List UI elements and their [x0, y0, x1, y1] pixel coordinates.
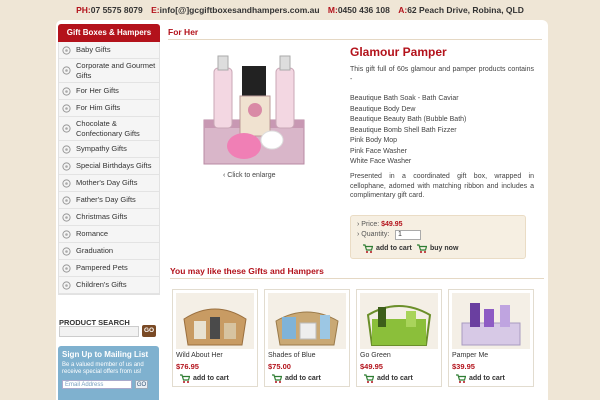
- purchase-box: › Price: $49.95 › Quantity: 1 add to car…: [350, 215, 526, 259]
- related-product-name[interactable]: Pamper Me: [452, 352, 488, 359]
- related-products-title: You may like these Gifts and Hampers: [170, 266, 324, 276]
- related-product-card[interactable]: Wild About Her $76.95 add to cart: [172, 289, 258, 387]
- breadcrumb: For Her: [168, 27, 199, 37]
- product-intro: This gift full of 60s glamour and pamper…: [350, 66, 534, 83]
- related-product-name[interactable]: Go Green: [360, 352, 391, 359]
- add-to-cart-button[interactable]: add to cart: [364, 374, 413, 383]
- product-image[interactable]: [202, 48, 308, 166]
- add-to-cart-button[interactable]: add to cart: [456, 374, 505, 383]
- list-item: Beautique Beauty Bath (Bubble Bath): [350, 116, 467, 123]
- sidebar-item-baby-gifts[interactable]: Baby Gifts: [59, 42, 159, 59]
- product-search-input[interactable]: [59, 326, 139, 337]
- page-container: Gift Boxes & Hampers Baby Gifts Corporat…: [56, 20, 548, 400]
- sidebar-item-sympathy[interactable]: Sympathy Gifts: [59, 141, 159, 158]
- mobile-info: M:0450 436 108: [327, 5, 390, 15]
- sidebar-item-romance[interactable]: Romance: [59, 226, 159, 243]
- flower-icon: [62, 144, 71, 154]
- product-thumbnail[interactable]: [360, 293, 438, 349]
- flower-icon: [62, 212, 71, 222]
- sidebar-item-corporate-gifts[interactable]: Corporate and Gourmet Gifts: [59, 59, 159, 83]
- divider: [170, 278, 544, 279]
- product-search-go-button[interactable]: GO: [142, 325, 156, 337]
- list-item: Beautique Body Dew: [350, 105, 416, 113]
- flower-icon: [62, 103, 71, 113]
- sidebar-item-christmas[interactable]: Christmas Gifts: [59, 209, 159, 226]
- flower-icon: [62, 246, 71, 256]
- category-heading: Gift Boxes & Hampers: [58, 24, 160, 42]
- mailing-list-panel: Sign Up to Mailing List Be a valued memb…: [58, 346, 159, 400]
- product-price: › Price: $49.95: [357, 221, 403, 228]
- related-product-price: $39.95: [452, 362, 475, 371]
- related-product-card[interactable]: Go Green $49.95 add to cart: [356, 289, 442, 387]
- related-product-price: $76.95: [176, 362, 199, 371]
- list-item: Pink Face Washer: [350, 147, 407, 155]
- cart-icon: [363, 244, 373, 253]
- flower-icon: [62, 178, 71, 188]
- sidebar-item-pampered-pets[interactable]: Pampered Pets: [59, 260, 159, 277]
- buy-now-button[interactable]: buy now: [417, 244, 458, 253]
- flower-icon: [62, 229, 71, 239]
- mailing-go-button[interactable]: GO: [135, 380, 148, 389]
- email-info[interactable]: E:info[@]gcgiftboxesandhampers.com.au: [151, 5, 319, 15]
- flower-icon: [62, 124, 71, 133]
- flower-icon: [62, 66, 71, 75]
- sidebar-item-childrens-gifts[interactable]: Children's Gifts: [59, 277, 159, 294]
- list-item: Beautique Bath Soak - Bath Caviar: [350, 95, 459, 102]
- flower-icon: [62, 45, 71, 55]
- list-item: Pink Body Mop: [350, 137, 398, 144]
- add-to-cart-button[interactable]: add to cart: [363, 244, 412, 253]
- related-product-card[interactable]: Shades of Blue $75.00 add to cart: [264, 289, 350, 387]
- flower-icon: [62, 161, 71, 171]
- product-contents-list: Beautique Bath Soak - Bath Caviar Beauti…: [350, 94, 466, 168]
- sidebar-item-for-her[interactable]: For Her Gifts: [59, 83, 159, 100]
- sidebar: Gift Boxes & Hampers Baby Gifts Corporat…: [58, 24, 160, 295]
- cart-icon: [417, 244, 427, 253]
- sidebar-item-mothers-day[interactable]: Mother's Day Gifts: [59, 175, 159, 192]
- product-thumbnail[interactable]: [268, 293, 346, 349]
- product-thumbnail[interactable]: [452, 293, 530, 349]
- product-description: Presented in a coordinated gift box, wra…: [350, 173, 534, 199]
- add-to-cart-button[interactable]: add to cart: [180, 374, 229, 383]
- cart-icon: [364, 374, 374, 383]
- sidebar-item-fathers-day[interactable]: Father's Day Gifts: [59, 192, 159, 209]
- add-to-cart-button[interactable]: add to cart: [272, 374, 321, 383]
- related-product-price: $49.95: [360, 362, 383, 371]
- contact-bar: PH:07 5575 8079 E:info[@]gcgiftboxesandh…: [0, 0, 600, 20]
- flower-icon: [62, 280, 71, 290]
- quantity-label: › Quantity:: [357, 231, 390, 238]
- related-product-name[interactable]: Wild About Her: [176, 352, 223, 359]
- mailing-list-text: Be a valued member of us and receive spe…: [62, 362, 144, 375]
- list-item: White Face Washer: [350, 158, 412, 165]
- sidebar-item-special-birthdays[interactable]: Special Birthdays Gifts: [59, 158, 159, 175]
- cart-icon: [180, 374, 190, 383]
- quantity-input[interactable]: 1: [395, 230, 421, 240]
- product-thumbnail[interactable]: [176, 293, 254, 349]
- sidebar-item-chocolate[interactable]: Chocolate & Confectionary Gifts: [59, 117, 159, 141]
- divider: [168, 39, 542, 40]
- flower-icon: [62, 86, 71, 96]
- click-to-enlarge-link[interactable]: ‹ Click to enlarge: [223, 172, 276, 179]
- related-product-price: $75.00: [268, 362, 291, 371]
- sidebar-item-graduation[interactable]: Graduation: [59, 243, 159, 260]
- cart-icon: [456, 374, 466, 383]
- flower-icon: [62, 195, 71, 205]
- related-product-card[interactable]: Pamper Me $39.95 add to cart: [448, 289, 534, 387]
- phone-info: PH:07 5575 8079: [76, 5, 143, 15]
- flower-icon: [62, 263, 71, 273]
- cart-icon: [272, 374, 282, 383]
- product-title: Glamour Pamper: [350, 45, 447, 59]
- mailing-email-input[interactable]: Email Address: [62, 380, 132, 389]
- category-list: Baby Gifts Corporate and Gourmet Gifts F…: [58, 42, 160, 295]
- mailing-list-title: Sign Up to Mailing List: [62, 350, 149, 359]
- related-product-name[interactable]: Shades of Blue: [268, 352, 315, 359]
- sidebar-item-for-him[interactable]: For Him Gifts: [59, 100, 159, 117]
- address-info: A:62 Peach Drive, Robina, QLD: [398, 5, 524, 15]
- list-item: Beautique Bomb Shell Bath Fizzer: [350, 126, 457, 134]
